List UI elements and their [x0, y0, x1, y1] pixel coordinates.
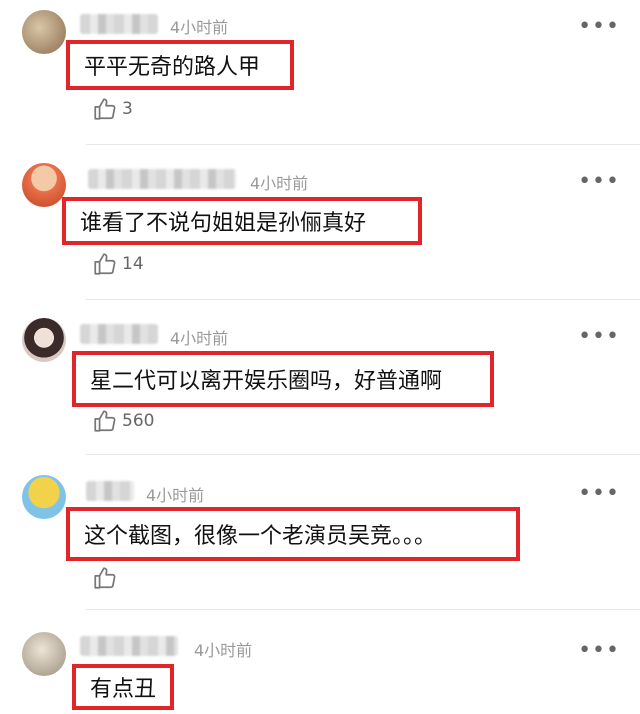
thumbs-up-icon	[94, 98, 116, 120]
more-options-button[interactable]: •••	[578, 326, 620, 348]
comment-text: 有点丑	[72, 664, 174, 710]
comment-text: 平平无奇的路人甲	[66, 40, 294, 90]
comment-text: 谁看了不说句姐姐是孙俪真好	[62, 197, 422, 245]
like-button[interactable]: 3	[92, 96, 133, 122]
comment-time: 4小时前	[194, 641, 253, 660]
comment-time: 4小时前	[250, 174, 309, 193]
comment-text: 星二代可以离开娱乐圈吗，好普通啊	[72, 351, 494, 407]
comment-item: 4小时前 ••• 星二代可以离开娱乐圈吗，好普通啊 560	[0, 300, 640, 455]
avatar[interactable]	[22, 632, 66, 676]
username-blurred[interactable]	[80, 324, 158, 344]
like-count: 560	[122, 411, 155, 431]
thumbs-up-icon	[94, 410, 116, 432]
comment-time: 4小时前	[146, 486, 205, 505]
comment-item: 4小时前 ••• 平平无奇的路人甲 3	[0, 0, 640, 145]
comment-text: 这个截图，很像一个老演员吴竞。。。	[66, 507, 520, 561]
comment-time: 4小时前	[170, 329, 229, 348]
thumbs-up-icon	[94, 253, 116, 275]
like-button[interactable]: 14	[92, 251, 144, 277]
username-blurred[interactable]	[80, 14, 158, 34]
like-button[interactable]	[92, 565, 122, 591]
like-button[interactable]: 560	[92, 408, 154, 434]
comment-item: 4小时前 ••• 这个截图，很像一个老演员吴竞。。。	[0, 455, 640, 610]
avatar[interactable]	[22, 10, 66, 54]
more-options-button[interactable]: •••	[578, 16, 620, 38]
username-blurred[interactable]	[86, 481, 134, 501]
comment-item: 4小时前 ••• 有点丑	[0, 610, 640, 714]
username-blurred[interactable]	[88, 169, 236, 189]
comment-time: 4小时前	[170, 18, 229, 37]
avatar[interactable]	[22, 475, 66, 519]
like-count: 3	[122, 99, 133, 119]
username-blurred[interactable]	[80, 636, 178, 656]
like-count: 14	[122, 254, 144, 274]
comment-item: 4小时前 ••• 谁看了不说句姐姐是孙俪真好 14	[0, 145, 640, 300]
avatar[interactable]	[22, 163, 66, 207]
more-options-button[interactable]: •••	[578, 171, 620, 193]
avatar[interactable]	[22, 318, 66, 362]
more-options-button[interactable]: •••	[578, 483, 620, 505]
more-options-button[interactable]: •••	[578, 640, 620, 662]
thumbs-up-icon	[94, 567, 116, 589]
